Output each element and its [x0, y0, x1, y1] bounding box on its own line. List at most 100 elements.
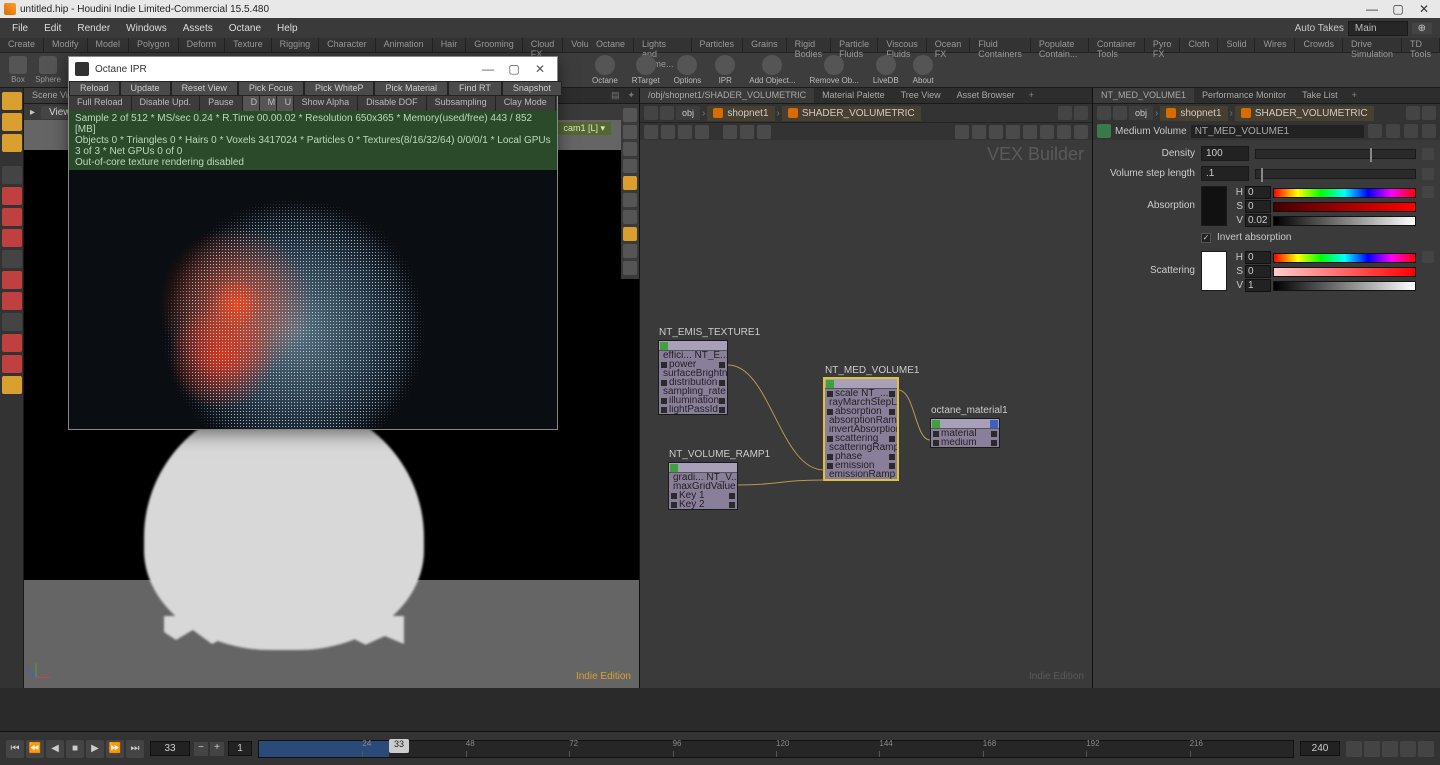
scat-gear-icon[interactable] — [1422, 251, 1434, 263]
node-param[interactable]: surfaceBrightness — [659, 369, 727, 378]
ipr-minimize-button[interactable]: — — [477, 62, 499, 76]
nettb-10[interactable] — [989, 125, 1003, 139]
nettb-2[interactable] — [661, 125, 675, 139]
shelf-tab[interactable]: Hair — [433, 38, 467, 52]
node-param[interactable]: invertAbsorption — [825, 425, 897, 434]
node-param[interactable]: sampling_rate — [659, 387, 727, 396]
camera-badge[interactable]: cam1 [L] ▾ — [557, 122, 611, 135]
shelf-tab[interactable]: Ocean FX — [927, 38, 971, 52]
ipr-toggle-U[interactable]: U — [277, 96, 294, 111]
playback-btn-5[interactable]: ⏩ — [106, 740, 124, 758]
tool-10[interactable] — [2, 313, 22, 331]
nettb-4[interactable] — [695, 125, 709, 139]
tool-13[interactable] — [2, 376, 22, 394]
shelf-tab[interactable]: Solid — [1218, 38, 1255, 52]
param-gear-icon[interactable] — [1368, 124, 1382, 138]
scat-h-field[interactable]: 0 — [1245, 251, 1271, 264]
ipr-btn-pickfocus[interactable]: Pick Focus — [238, 81, 304, 96]
shelf-tab[interactable]: Grains — [743, 38, 787, 52]
vtool-10[interactable] — [623, 261, 637, 275]
maximize-button[interactable]: ▢ — [1386, 2, 1410, 16]
vtool-6[interactable] — [623, 193, 637, 207]
vtool-3[interactable] — [623, 142, 637, 156]
ipr-btn-findrt[interactable]: Find RT — [448, 81, 502, 96]
node-med-volume[interactable]: NT_MED_VOLUME1 scale NT_...rayMarchStepL… — [824, 378, 898, 480]
end-frame-field[interactable]: 240 — [1300, 741, 1340, 756]
node-param[interactable]: emission — [825, 461, 897, 470]
param-help-icon[interactable] — [1386, 124, 1400, 138]
ipr-btn-resetview[interactable]: Reset View — [171, 81, 238, 96]
ipr-btn-pickmaterial[interactable]: Pick Material — [374, 81, 448, 96]
param-tab[interactable]: NT_MED_VOLUME1 — [1093, 88, 1194, 103]
shelf-tab[interactable]: Lights and Came... — [634, 38, 692, 52]
ipr-toggle-D[interactable]: D — [243, 96, 260, 111]
shelf-tool-sphere[interactable]: Sphere — [34, 56, 62, 84]
nettb-6[interactable] — [740, 125, 754, 139]
menu-octane[interactable]: Octane — [221, 21, 269, 36]
shelf-tab[interactable]: Crowds — [1295, 38, 1343, 52]
take-add-button[interactable]: ⊕ — [1412, 23, 1432, 34]
node-param[interactable]: Key 2 — [669, 500, 737, 509]
step-slider[interactable] — [1255, 169, 1416, 179]
pnav-back[interactable] — [1097, 106, 1111, 120]
ipr-btn[interactable]: Disable Upd. — [132, 96, 201, 111]
frame-step-minus[interactable]: − — [194, 742, 208, 756]
ipr-btn[interactable]: Disable DOF — [358, 96, 427, 111]
node-param[interactable]: illumination — [659, 396, 727, 405]
nettb-3[interactable] — [678, 125, 692, 139]
menu-windows[interactable]: Windows — [118, 21, 175, 36]
ipr-window[interactable]: Octane IPR — ▢ ✕ ReloadUpdateReset ViewP… — [68, 56, 558, 430]
network-tab[interactable]: /obj/shopnet1/SHADER_VOLUMETRIC — [640, 88, 814, 103]
scat-v-field[interactable]: 1 — [1245, 279, 1271, 292]
shelf-tab[interactable]: Rigid Bodies — [787, 38, 832, 52]
timeline-track[interactable]: 33 24487296120144168192216 — [258, 740, 1294, 758]
ipr-toggle-M[interactable]: M — [260, 96, 277, 111]
abs-s-field[interactable]: 0 — [1245, 200, 1271, 213]
tool-move[interactable] — [2, 166, 22, 184]
playback-btn-1[interactable]: ⏪ — [26, 740, 44, 758]
scat-h-slider[interactable] — [1273, 253, 1416, 263]
octane-tool-ipr[interactable]: IPR — [715, 55, 735, 85]
playback-btn-3[interactable]: ■ — [66, 740, 84, 758]
node-param[interactable]: absorptionRamp — [825, 416, 897, 425]
tl-opt-1[interactable] — [1346, 741, 1362, 757]
step-field[interactable]: .1 — [1201, 166, 1249, 181]
vtool-1[interactable] — [623, 108, 637, 122]
node-param[interactable]: medium — [931, 438, 999, 447]
node-param[interactable]: emissionRamp — [825, 470, 897, 479]
tool-3[interactable] — [2, 134, 22, 152]
nav-fwd[interactable] — [660, 106, 674, 120]
scat-s-slider[interactable] — [1273, 267, 1416, 277]
nettb-8[interactable] — [955, 125, 969, 139]
tl-opt-4[interactable] — [1400, 741, 1416, 757]
node-param[interactable]: scattering — [825, 434, 897, 443]
menu-edit[interactable]: Edit — [36, 21, 69, 36]
node-volume-ramp[interactable]: NT_VOLUME_RAMP1 gradi... NT_V...maxGridV… — [668, 462, 738, 510]
tool-9[interactable] — [2, 292, 22, 310]
nettb-13[interactable] — [1040, 125, 1054, 139]
param-close-icon[interactable] — [1422, 124, 1436, 138]
shelf-tab[interactable]: Wires — [1255, 38, 1295, 52]
current-frame-field[interactable]: 33 — [150, 741, 190, 756]
octane-tool-about[interactable]: About — [913, 55, 934, 85]
pane-gear-icon[interactable]: ✦ — [623, 88, 639, 103]
shelf-tab[interactable]: Create — [0, 38, 44, 52]
tab-add[interactable]: + — [1023, 88, 1040, 103]
pane-menu-icon[interactable]: ▤ — [607, 88, 624, 103]
ppath-obj[interactable]: obj — [1129, 106, 1153, 120]
nettb-12[interactable] — [1023, 125, 1037, 139]
tl-opt-5[interactable] — [1418, 741, 1434, 757]
tool-scale[interactable] — [2, 208, 22, 226]
tool-11[interactable] — [2, 334, 22, 352]
timeline-playhead[interactable]: 33 — [389, 739, 409, 753]
ipr-btn-snapshot[interactable]: Snapshot — [502, 81, 562, 96]
node-param[interactable]: scale NT_... — [825, 389, 897, 398]
tool-rotate[interactable] — [2, 187, 22, 205]
node-param[interactable]: lightPassId — [659, 405, 727, 414]
abs-h-slider[interactable] — [1273, 188, 1416, 198]
shelf-tab[interactable]: Particle Fluids — [831, 38, 878, 52]
nettb-5[interactable] — [723, 125, 737, 139]
shelf-tab[interactable]: Particles — [692, 38, 744, 52]
density-field[interactable]: 100 — [1201, 146, 1249, 161]
nettb-1[interactable] — [644, 125, 658, 139]
